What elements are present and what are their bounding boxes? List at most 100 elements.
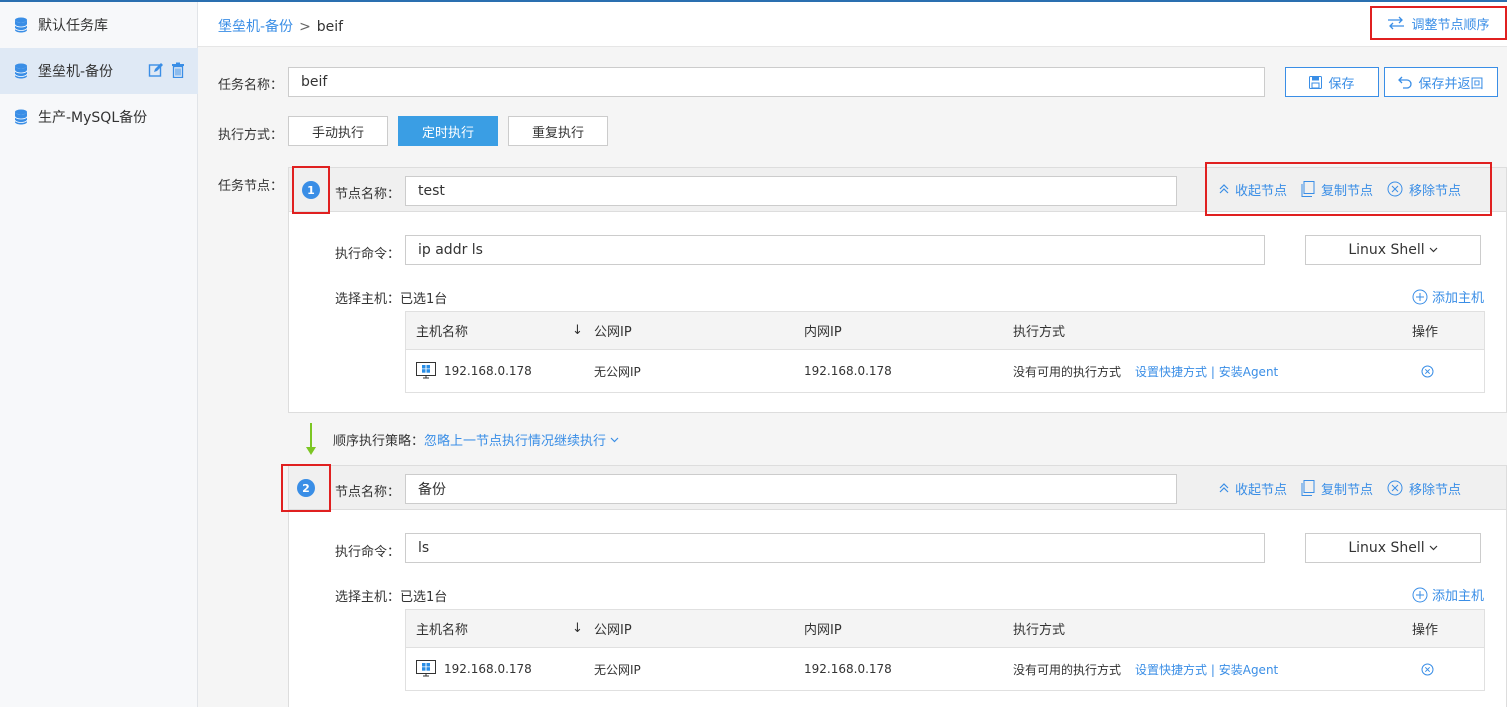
double-chevron-up-icon — [1219, 483, 1229, 493]
column-host-name: 主机名称 — [416, 325, 469, 340]
set-shortcut-link[interactable]: 设置快捷方式 — [1135, 365, 1207, 379]
command-input[interactable]: ip addr ls — [405, 235, 1265, 265]
node-actions: 收起节点 复制节点 移除节点 — [1205, 162, 1492, 216]
adjust-node-order-button[interactable]: 调整节点顺序 — [1370, 6, 1507, 40]
swap-arrows-icon — [1388, 16, 1405, 30]
row-remove-icon[interactable] — [1421, 648, 1434, 690]
row-remove-icon[interactable] — [1421, 350, 1434, 392]
manual-exec-button[interactable]: 手动执行 — [288, 116, 388, 146]
column-host-name: 主机名称 — [416, 623, 469, 638]
exec-mode-text: 没有可用的执行方式 — [1013, 364, 1122, 379]
shell-select-value: Linux Shell — [1348, 242, 1425, 258]
host-selection-label: 选择主机：已选1台 — [335, 292, 448, 307]
node-actions: 收起节点 复制节点 移除节点 — [1207, 466, 1461, 510]
exec-mode-label: 执行方式： — [218, 128, 284, 143]
chevron-down-icon — [610, 437, 619, 442]
add-host-label: 添加主机 — [1431, 589, 1484, 604]
table-row: 192.168.0.178 无公网IP 192.168.0.178 没有可用的执… — [406, 350, 1484, 392]
set-shortcut-link[interactable]: 设置快捷方式 — [1135, 663, 1207, 677]
strategy-value: 忽略上一节点执行情况继续执行 — [424, 434, 607, 449]
chevron-down-icon — [1429, 247, 1438, 253]
copy-node-button[interactable]: 复制节点 — [1301, 479, 1373, 498]
remove-node-button[interactable]: 移除节点 — [1387, 479, 1461, 498]
scheduled-exec-button[interactable]: 定时执行 — [398, 116, 498, 146]
table-row: 192.168.0.178 无公网IP 192.168.0.178 没有可用的执… — [406, 648, 1484, 690]
private-ip-cell: 192.168.0.178 — [804, 662, 892, 676]
link-separator: | — [1210, 364, 1215, 379]
column-exec-mode: 执行方式 — [1013, 623, 1066, 638]
shell-select[interactable]: Linux Shell — [1305, 235, 1481, 265]
save-button[interactable]: 保存 — [1285, 67, 1379, 97]
collapse-node-button[interactable]: 收起节点 — [1219, 180, 1287, 199]
private-ip-cell: 192.168.0.178 — [804, 364, 892, 378]
save-label: 保存 — [1328, 76, 1355, 92]
save-and-return-label: 保存并返回 — [1418, 76, 1484, 92]
column-private-ip: 内网IP — [804, 623, 842, 638]
column-public-ip: 公网IP — [594, 325, 632, 340]
collapse-node-label: 收起节点 — [1235, 183, 1288, 199]
host-selection-label: 选择主机：已选1台 — [335, 590, 448, 605]
exec-mode-text: 没有可用的执行方式 — [1013, 662, 1122, 677]
remove-circle-icon — [1387, 480, 1403, 496]
sidebar-item-bastion-backup[interactable]: 堡垒机-备份 — [0, 48, 198, 94]
column-public-ip: 公网IP — [594, 623, 632, 638]
breadcrumb: 堡垒机-备份 > beif — [218, 16, 343, 36]
host-table: 主机名称 ↓ 公网IP 内网IP 执行方式 操作 192.168.0.178 无… — [405, 311, 1485, 393]
shell-select-value: Linux Shell — [1348, 540, 1425, 556]
double-chevron-up-icon — [1219, 184, 1229, 194]
sidebar-item-default-library[interactable]: 默认任务库 — [0, 2, 198, 48]
copy-node-button[interactable]: 复制节点 — [1301, 180, 1373, 199]
breadcrumb-current: beif — [316, 19, 344, 35]
add-host-label: 添加主机 — [1431, 291, 1484, 306]
copy-node-label: 复制节点 — [1321, 183, 1374, 199]
repeat-exec-button[interactable]: 重复执行 — [508, 116, 608, 146]
database-icon — [14, 63, 28, 79]
node-name-input[interactable]: test — [405, 176, 1177, 206]
shell-select[interactable]: Linux Shell — [1305, 533, 1481, 563]
node-name-label: 节点名称： — [335, 485, 401, 500]
main-content: 任务名称： beif 保存 保存并返回 执行方式： 手动执行 定时执行 重复执行… — [198, 47, 1507, 707]
exec-mode-cell: 没有可用的执行方式 设置快捷方式 | 安装Agent — [1013, 350, 1278, 392]
strategy-dropdown[interactable]: 忽略上一节点执行情况继续执行 — [424, 430, 619, 449]
column-private-ip: 内网IP — [804, 325, 842, 340]
task-name-label: 任务名称： — [218, 78, 284, 93]
windows-monitor-icon — [416, 362, 436, 379]
add-host-button[interactable]: 添加主机 — [1412, 287, 1484, 306]
sidebar-item-label: 默认任务库 — [38, 18, 108, 34]
host-name-cell: 192.168.0.178 — [416, 350, 532, 392]
add-host-button[interactable]: 添加主机 — [1412, 585, 1484, 604]
host-name: 192.168.0.178 — [444, 662, 532, 676]
command-label: 执行命令： — [335, 247, 401, 262]
breadcrumb-parent-link[interactable]: 堡垒机-备份 — [218, 19, 293, 35]
install-agent-link[interactable]: 安装Agent — [1219, 663, 1279, 677]
task-node-1: 1 节点名称： test 收起节点 复制节点 移除节点 执行命令： ip add… — [288, 162, 1507, 413]
host-name-cell: 192.168.0.178 — [416, 648, 532, 690]
exec-mode-cell: 没有可用的执行方式 设置快捷方式 | 安装Agent — [1013, 648, 1278, 690]
copy-icon — [1301, 181, 1315, 197]
header: 堡垒机-备份 > beif 调整节点顺序 — [198, 2, 1507, 47]
plus-circle-icon — [1412, 289, 1428, 304]
column-operation: 操作 — [1412, 623, 1439, 638]
remove-circle-icon — [1387, 181, 1403, 197]
sidebar-item-mysql-backup[interactable]: 生产-MySQL备份 — [0, 94, 198, 140]
install-agent-link[interactable]: 安装Agent — [1219, 365, 1279, 379]
host-table: 主机名称 ↓ 公网IP 内网IP 执行方式 操作 192.168.0.178 无… — [405, 609, 1485, 691]
sort-down-icon[interactable]: ↓ — [572, 312, 583, 349]
copy-node-label: 复制节点 — [1321, 482, 1374, 498]
edit-icon[interactable] — [148, 62, 164, 78]
trash-icon[interactable] — [170, 62, 186, 78]
sort-down-icon[interactable]: ↓ — [572, 610, 583, 647]
command-input[interactable]: ls — [405, 533, 1265, 563]
breadcrumb-separator: > — [299, 19, 311, 35]
remove-node-button[interactable]: 移除节点 — [1387, 180, 1461, 199]
task-nodes-label: 任务节点： — [218, 179, 284, 194]
task-node-2: 2 节点名称： 备份 收起节点 复制节点 移除节点 执行命令： ls Linux… — [281, 464, 1507, 707]
plus-circle-icon — [1412, 587, 1428, 602]
remove-node-label: 移除节点 — [1409, 183, 1462, 199]
save-and-return-button[interactable]: 保存并返回 — [1384, 67, 1498, 97]
node-number: 2 — [297, 479, 315, 497]
collapse-node-button[interactable]: 收起节点 — [1219, 479, 1287, 498]
node-name-input[interactable]: 备份 — [405, 474, 1177, 504]
task-name-input[interactable]: beif — [288, 67, 1265, 97]
column-exec-mode: 执行方式 — [1013, 325, 1066, 340]
